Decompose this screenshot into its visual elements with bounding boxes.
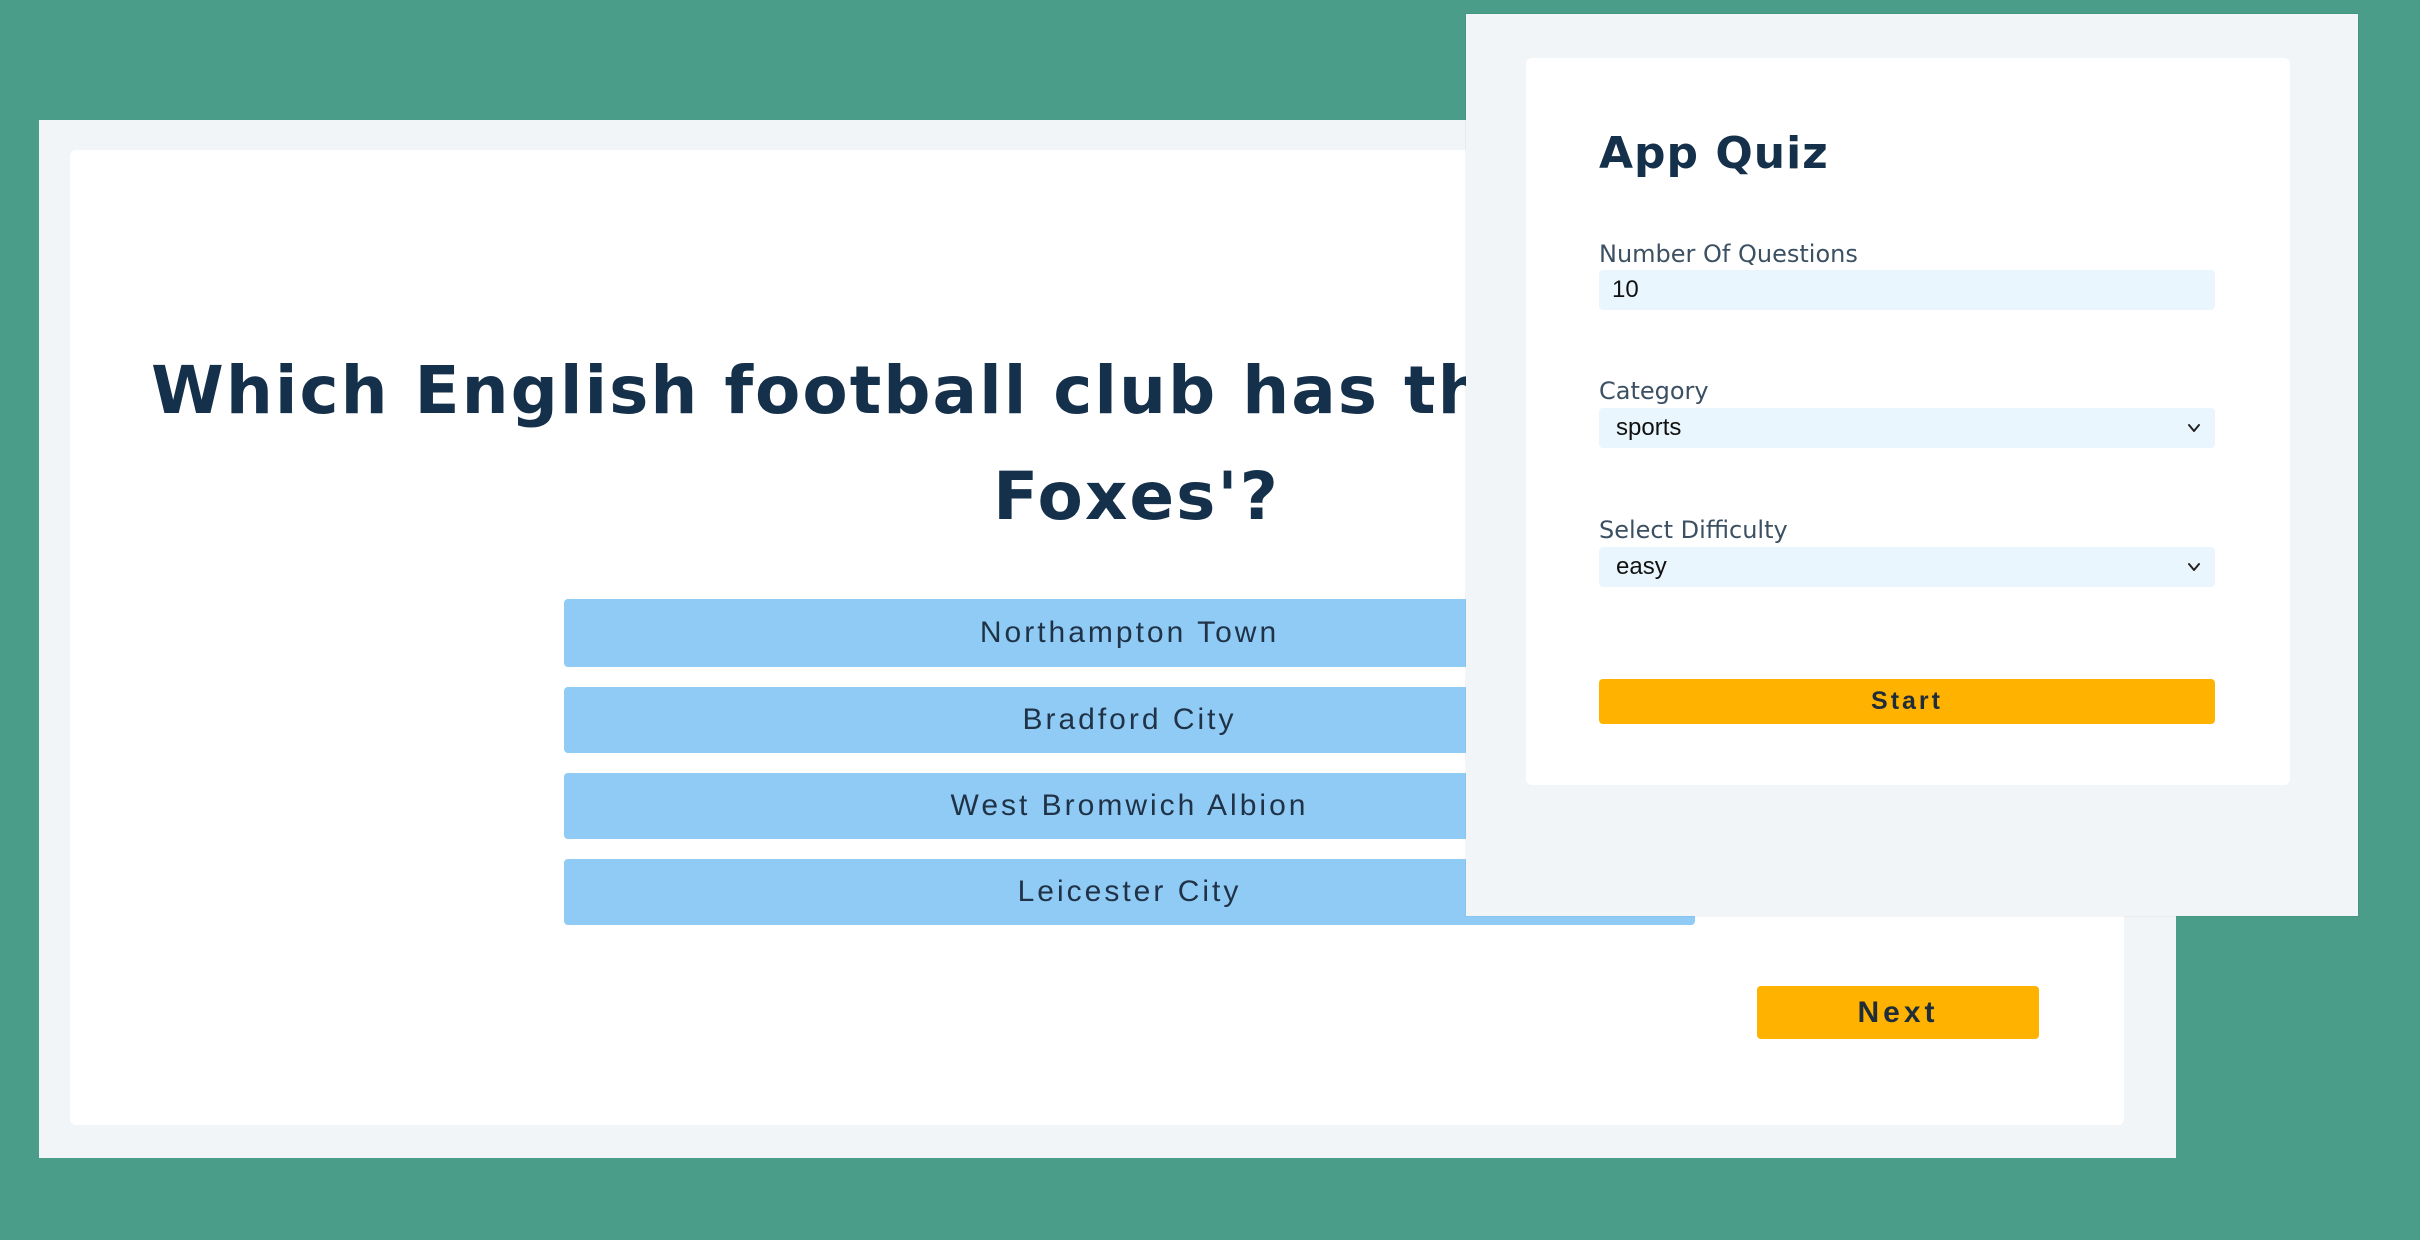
difficulty-value: easy [1616,553,1667,580]
app-title: App Quiz [1599,128,1829,179]
category-select[interactable]: sports [1599,408,2215,448]
category-value: sports [1616,414,1682,441]
number-of-questions-input[interactable]: 10 [1599,270,2215,310]
number-of-questions-value: 10 [1612,276,1639,303]
difficulty-select[interactable]: easy [1599,547,2215,587]
difficulty-label: Select Difficulty [1599,516,1788,544]
chevron-down-icon [2188,563,2200,571]
next-button[interactable]: Next [1757,986,2039,1039]
start-button[interactable]: Start [1599,679,2215,724]
number-of-questions-label: Number Of Questions [1599,240,1858,268]
category-label: Category [1599,377,1709,405]
settings-card: App Quiz Number Of Questions 10 Category… [1526,58,2290,785]
chevron-down-icon [2188,424,2200,432]
settings-window: App Quiz Number Of Questions 10 Category… [1466,14,2358,916]
